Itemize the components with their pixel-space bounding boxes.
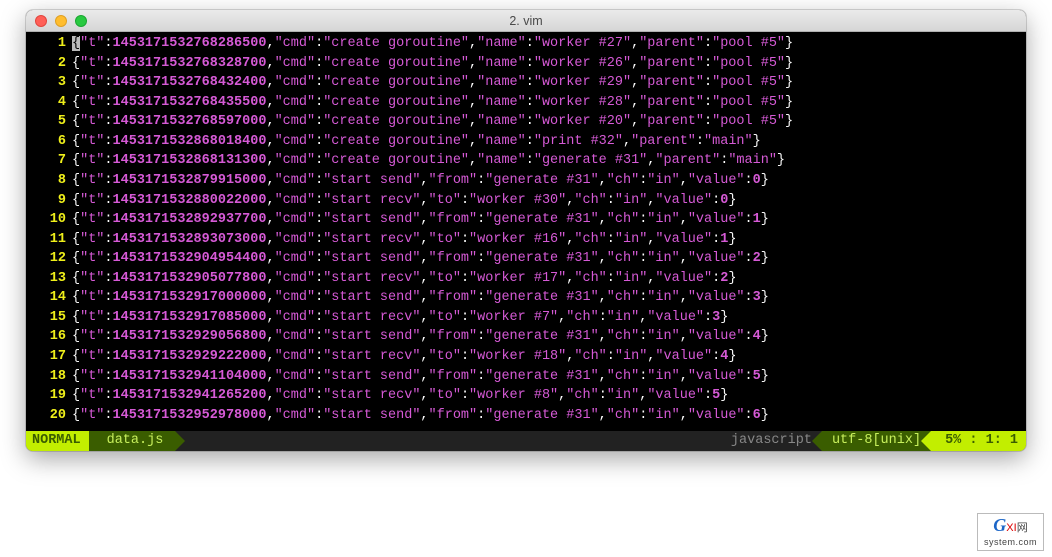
code-line[interactable]: 6{"t":1453171532868018400,"cmd":"create … [30, 132, 1018, 152]
watermark-xi: XI [1006, 522, 1016, 534]
mode-indicator: NORMAL [26, 431, 89, 451]
line-number-gutter: 4 [30, 93, 72, 113]
titlebar[interactable]: 2. vim [26, 10, 1026, 32]
line-number-gutter: 1 [30, 34, 72, 54]
code-line[interactable]: 20{"t":1453171532952978000,"cmd":"start … [30, 406, 1018, 426]
code-content[interactable]: {"t":1453171532917085000,"cmd":"start re… [72, 308, 728, 328]
code-line[interactable]: 5{"t":1453171532768597000,"cmd":"create … [30, 112, 1018, 132]
watermark-g: G [993, 515, 1006, 535]
code-content[interactable]: {"t":1453171532768435500,"cmd":"create g… [72, 93, 793, 113]
line-number-gutter: 8 [30, 171, 72, 191]
code-content[interactable]: {"t":1453171532880022000,"cmd":"start re… [72, 191, 736, 211]
code-line[interactable]: 1{"t":1453171532768286500,"cmd":"create … [30, 34, 1018, 54]
code-content[interactable]: {"t":1453171532879915000,"cmd":"start se… [72, 171, 769, 191]
code-content[interactable]: {"t":1453171532768597000,"cmd":"create g… [72, 112, 793, 132]
code-content[interactable]: {"t":1453171532929222000,"cmd":"start re… [72, 347, 736, 367]
line-number-gutter: 19 [30, 386, 72, 406]
line-number: 1 [986, 433, 994, 448]
line-number-gutter: 7 [30, 151, 72, 171]
line-number-gutter: 10 [30, 210, 72, 230]
code-content[interactable]: {"t":1453171532868018400,"cmd":"create g… [72, 132, 761, 152]
code-line[interactable]: 11{"t":1453171532893073000,"cmd":"start … [30, 230, 1018, 250]
col-number: 1 [1010, 433, 1018, 448]
code-line[interactable]: 8{"t":1453171532879915000,"cmd":"start s… [30, 171, 1018, 191]
code-line[interactable]: 17{"t":1453171532929222000,"cmd":"start … [30, 347, 1018, 367]
terminal-window: 2. vim 1{"t":1453171532768286500,"cmd":"… [26, 10, 1026, 451]
line-number-gutter: 11 [30, 230, 72, 250]
code-content[interactable]: {"t":1453171532892937700,"cmd":"start se… [72, 210, 769, 230]
code-line[interactable]: 14{"t":1453171532917000000,"cmd":"start … [30, 288, 1018, 308]
code-line[interactable]: 18{"t":1453171532941104000,"cmd":"start … [30, 367, 1018, 387]
code-line[interactable]: 9{"t":1453171532880022000,"cmd":"start r… [30, 191, 1018, 211]
code-content[interactable]: {"t":1453171532929056800,"cmd":"start se… [72, 327, 769, 347]
code-content[interactable]: {"t":1453171532941104000,"cmd":"start se… [72, 367, 769, 387]
code-content[interactable]: {"t":1453171532917000000,"cmd":"start se… [72, 288, 769, 308]
position: 5% : 1: 1 [931, 431, 1026, 451]
line-number-gutter: 3 [30, 73, 72, 93]
watermark: GXI网 system.com [977, 513, 1044, 551]
filename: data.js [89, 431, 176, 451]
code-line[interactable]: 2{"t":1453171532768328700,"cmd":"create … [30, 54, 1018, 74]
line-number-gutter: 15 [30, 308, 72, 328]
line-number-gutter: 18 [30, 367, 72, 387]
status-spacer [175, 431, 727, 451]
window-title: 2. vim [26, 14, 1026, 28]
code-line[interactable]: 12{"t":1453171532904954400,"cmd":"start … [30, 249, 1018, 269]
watermark-cn: 网 [1017, 522, 1028, 534]
line-number-gutter: 20 [30, 406, 72, 426]
code-line[interactable]: 19{"t":1453171532941265200,"cmd":"start … [30, 386, 1018, 406]
code-line[interactable]: 4{"t":1453171532768435500,"cmd":"create … [30, 93, 1018, 113]
code-content[interactable]: {"t":1453171532768432400,"cmd":"create g… [72, 73, 793, 93]
line-number-gutter: 17 [30, 347, 72, 367]
line-number-gutter: 12 [30, 249, 72, 269]
editor-viewport[interactable]: 1{"t":1453171532768286500,"cmd":"create … [26, 32, 1026, 431]
line-number-gutter: 2 [30, 54, 72, 74]
code-line[interactable]: 13{"t":1453171532905077800,"cmd":"start … [30, 269, 1018, 289]
code-content[interactable]: {"t":1453171532768286500,"cmd":"create g… [72, 34, 793, 54]
line-number-gutter: 6 [30, 132, 72, 152]
encoding: utf-8[unix] [822, 431, 931, 451]
code-content[interactable]: {"t":1453171532941265200,"cmd":"start re… [72, 386, 728, 406]
code-line[interactable]: 7{"t":1453171532868131300,"cmd":"create … [30, 151, 1018, 171]
code-content[interactable]: {"t":1453171532893073000,"cmd":"start re… [72, 230, 736, 250]
code-content[interactable]: {"t":1453171532868131300,"cmd":"create g… [72, 151, 785, 171]
percent: 5% [945, 433, 961, 448]
code-content[interactable]: {"t":1453171532952978000,"cmd":"start se… [72, 406, 769, 426]
filetype: javascript [727, 431, 822, 451]
line-number-gutter: 13 [30, 269, 72, 289]
code-line[interactable]: 16{"t":1453171532929056800,"cmd":"start … [30, 327, 1018, 347]
code-content[interactable]: {"t":1453171532905077800,"cmd":"start re… [72, 269, 736, 289]
line-number-gutter: 5 [30, 112, 72, 132]
line-number-gutter: 14 [30, 288, 72, 308]
statusline: NORMAL data.js javascript utf-8[unix] 5%… [26, 431, 1026, 451]
watermark-sub: system.com [984, 537, 1037, 547]
code-line[interactable]: 15{"t":1453171532917085000,"cmd":"start … [30, 308, 1018, 328]
code-content[interactable]: {"t":1453171532768328700,"cmd":"create g… [72, 54, 793, 74]
code-line[interactable]: 10{"t":1453171532892937700,"cmd":"start … [30, 210, 1018, 230]
code-line[interactable]: 3{"t":1453171532768432400,"cmd":"create … [30, 73, 1018, 93]
line-number-gutter: 16 [30, 327, 72, 347]
code-content[interactable]: {"t":1453171532904954400,"cmd":"start se… [72, 249, 769, 269]
line-number-gutter: 9 [30, 191, 72, 211]
